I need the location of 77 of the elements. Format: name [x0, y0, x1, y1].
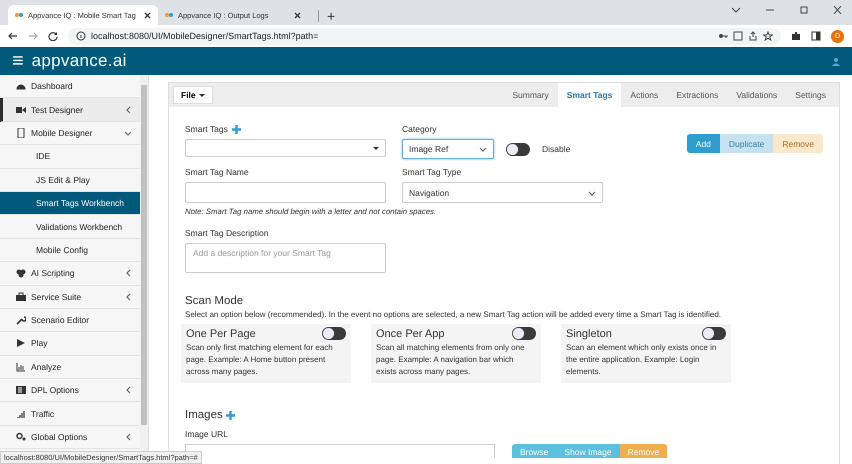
field-label: Smart Tag Description [185, 228, 270, 238]
caret-icon [124, 128, 132, 137]
brand-logo[interactable]: appvance.ai [32, 51, 127, 71]
plus-icon[interactable] [226, 410, 235, 420]
tab[interactable]: Summary [503, 83, 558, 107]
option-description: Scan all matching elements from only one page. Example: A navigation bar which exists across many pages. [376, 342, 526, 378]
url-text: localhost:8080/UI/MobileDesigner/SmartTags.html?path= [91, 31, 320, 41]
menu-button[interactable]: ≡ [12, 51, 24, 71]
toggle-switch[interactable] [322, 327, 346, 340]
restore-icon[interactable] [799, 6, 809, 14]
caret-icon [198, 94, 205, 96]
sidebar-item[interactable]: Service Suite [0, 286, 140, 309]
option-description: Scan only first matching element for each page. Example: A Home button present across many pages. [186, 342, 334, 378]
key-icon[interactable] [718, 31, 728, 41]
caret-icon [588, 188, 596, 196]
field-label: Category [402, 124, 438, 134]
user-icon[interactable] [832, 56, 840, 66]
play-icon [16, 338, 26, 348]
caret-icon [125, 385, 132, 396]
option-title: One Per Page [186, 328, 256, 340]
field-label: Smart Tag Type [402, 167, 462, 177]
field-label: Smart Tag Name [185, 167, 250, 177]
caret-icon [373, 146, 379, 150]
gears-icon [16, 432, 26, 442]
plus-icon[interactable] [232, 124, 241, 134]
caret-icon [125, 268, 132, 278]
back-icon[interactable] [8, 31, 18, 41]
bar-chart-icon [16, 362, 26, 372]
close-icon[interactable] [143, 10, 152, 20]
chevron-icon[interactable] [731, 6, 741, 14]
sidebar-item[interactable]: Smart Tags Workbench [0, 192, 140, 216]
close-icon[interactable] [293, 10, 302, 20]
tab[interactable]: Validations [727, 83, 786, 107]
caret-icon [125, 292, 132, 302]
hint-text: Select an option below (recommended). In the event no options are selected, a new Smart Tag action will be added every time a Smart Tag is identified. [185, 310, 722, 319]
sidebar-icon[interactable] [811, 31, 821, 41]
toggle-switch[interactable] [512, 327, 536, 340]
toggle-switch[interactable] [506, 142, 530, 156]
file-menu-button[interactable]: File [173, 86, 213, 104]
option-description: Scan an element which only exists once in the entire application. Example: Login elements. [566, 342, 718, 378]
reload-icon[interactable] [48, 31, 58, 41]
name-field[interactable] [185, 182, 386, 203]
tab[interactable]: Actions [621, 83, 668, 107]
signal-icon [16, 408, 26, 419]
field-label: Image URL [185, 429, 229, 439]
option-title: Once Per App [376, 328, 444, 340]
share-icon[interactable] [748, 31, 758, 41]
address-bar[interactable]: localhost:8080/UI/MobileDesigner/SmartTags.html?path= [68, 28, 781, 44]
category-dropdown[interactable]: Image Ref [402, 139, 494, 159]
list-icon [16, 385, 26, 396]
tab[interactable]: Settings [786, 83, 835, 107]
section-title: Scan Mode [185, 295, 244, 307]
type-dropdown[interactable]: Navigation [402, 182, 603, 203]
cluster-icon [16, 268, 26, 278]
section-title-text: Images [185, 409, 223, 421]
phone-icon [16, 128, 26, 138]
star-icon[interactable] [763, 31, 773, 41]
favicon-icon [164, 10, 174, 20]
close-icon[interactable] [833, 6, 842, 14]
toggle-label: Disable [542, 144, 570, 154]
field-label: Smart Tags [185, 124, 228, 134]
wrench-icon [16, 315, 26, 326]
option-title: Singleton [566, 328, 612, 340]
sidebar-item[interactable]: DPL Options [0, 379, 140, 402]
description-field[interactable]: Add a description for your Smart Tag [185, 243, 386, 273]
toggle-switch[interactable] [702, 327, 726, 340]
caret-icon [125, 432, 132, 442]
camera-icon [16, 104, 26, 115]
tab[interactable]: Extractions [667, 83, 728, 107]
info-icon [76, 31, 86, 41]
favicon-icon [14, 10, 24, 20]
sidebar-item[interactable]: Test Designer [0, 98, 140, 122]
caret-icon [125, 104, 132, 115]
briefcase-icon [16, 292, 26, 302]
caret-icon [479, 145, 487, 153]
new-tab-button[interactable]: + [318, 10, 336, 22]
tab[interactable]: Smart Tags [558, 83, 622, 107]
